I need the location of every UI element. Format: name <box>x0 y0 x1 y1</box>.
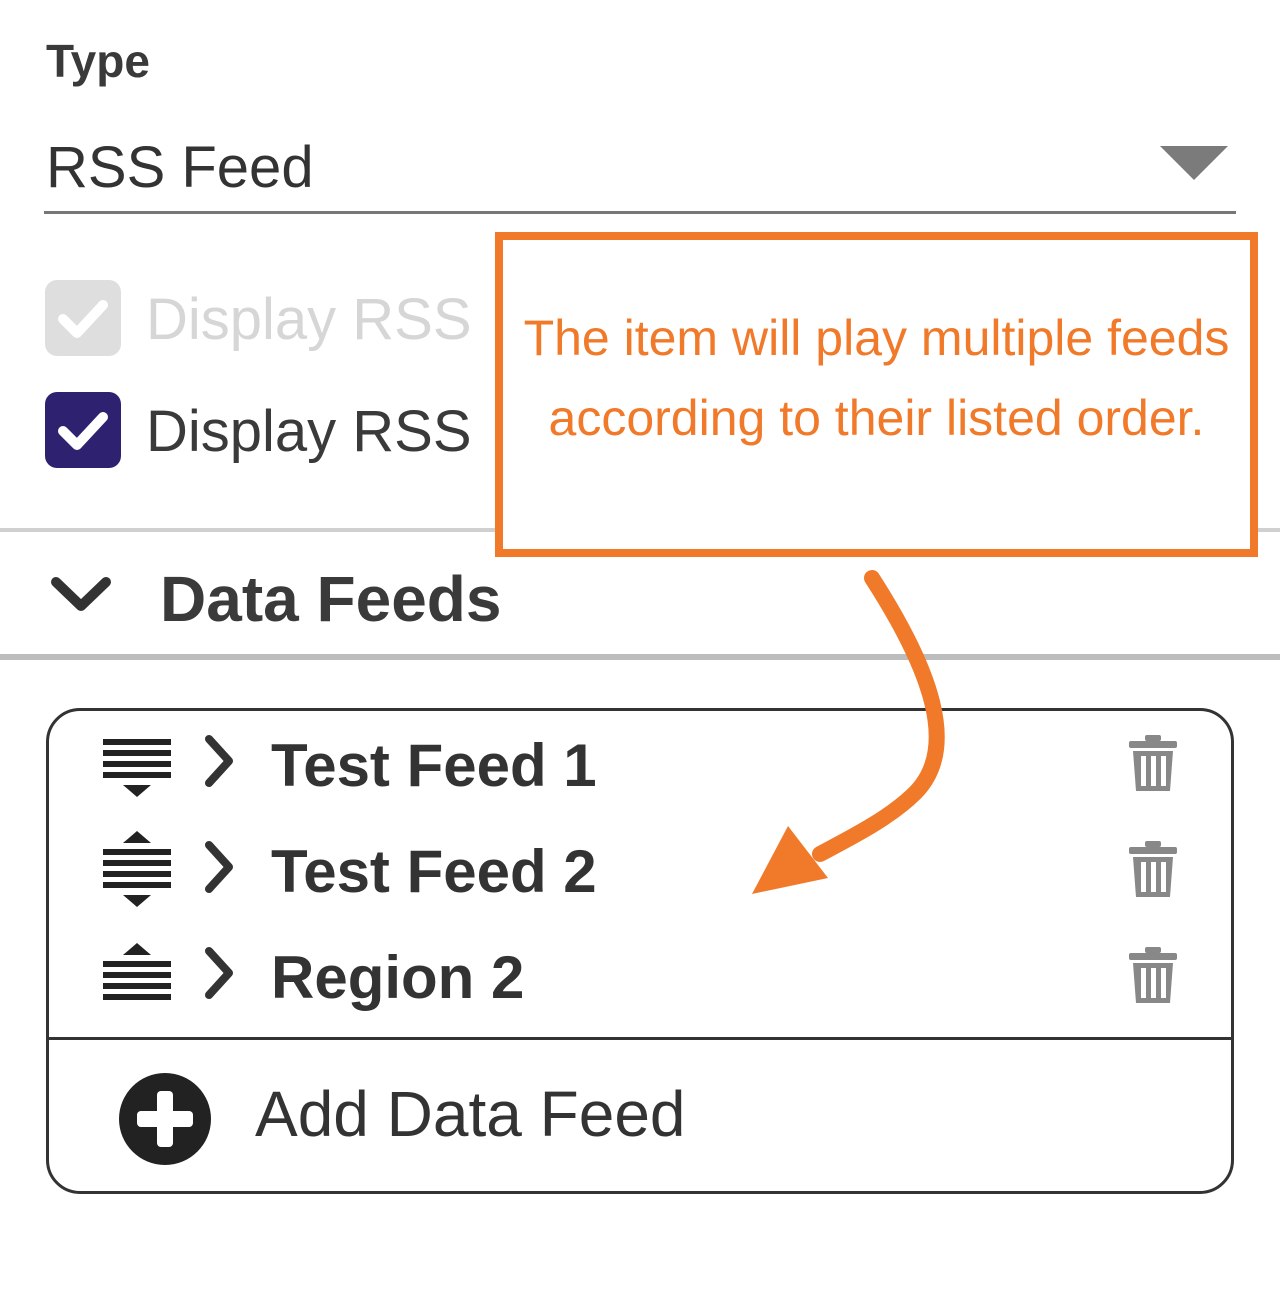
feed-name[interactable]: Region 2 <box>271 943 524 1012</box>
feed-row: Test Feed 1 <box>49 715 1231 821</box>
move-up-down-icon[interactable] <box>103 831 171 909</box>
annotation-arrow-icon <box>752 570 945 894</box>
annotation-callout: The item will play multiple feeds accord… <box>495 232 1258 557</box>
add-circle-icon <box>119 1073 211 1165</box>
checkmark-icon <box>58 412 108 450</box>
feed-row: Test Feed 2 <box>49 821 1231 927</box>
chevron-right-icon <box>205 947 233 999</box>
type-select-value: RSS Feed <box>46 135 314 200</box>
divider <box>0 654 1280 660</box>
chevron-right-icon <box>205 735 233 787</box>
display-rss-checkbox-disabled <box>45 280 121 356</box>
display-rss-label[interactable]: Display RSS <box>146 398 472 465</box>
add-data-feed-button[interactable]: Add Data Feed <box>49 1041 1231 1191</box>
trash-icon[interactable] <box>1127 947 1179 1005</box>
checkmark-icon <box>58 300 108 338</box>
type-label: Type <box>46 35 150 87</box>
caret-down-icon <box>1160 146 1228 180</box>
divider <box>49 1037 1231 1040</box>
type-select[interactable]: RSS Feed <box>44 118 1236 214</box>
section-title: Data Feeds <box>160 563 502 635</box>
move-up-icon[interactable] <box>103 943 171 1007</box>
trash-icon[interactable] <box>1127 735 1179 793</box>
add-data-feed-label: Add Data Feed <box>255 1078 686 1150</box>
callout-text: The item will play multiple feeds accord… <box>523 310 1230 446</box>
chevron-down-icon <box>51 577 111 611</box>
chevron-right-icon <box>205 841 233 893</box>
display-rss-checkbox[interactable] <box>45 392 121 468</box>
feed-name[interactable]: Test Feed 1 <box>271 731 597 800</box>
data-feed-list: Test Feed 1 Test Feed 2 Region 2 Add Dat… <box>46 708 1234 1194</box>
move-down-icon[interactable] <box>103 735 171 799</box>
display-rss-label-disabled: Display RSS <box>146 287 472 352</box>
feed-row: Region 2 <box>49 927 1231 1033</box>
trash-icon[interactable] <box>1127 841 1179 899</box>
feed-name[interactable]: Test Feed 2 <box>271 837 597 906</box>
